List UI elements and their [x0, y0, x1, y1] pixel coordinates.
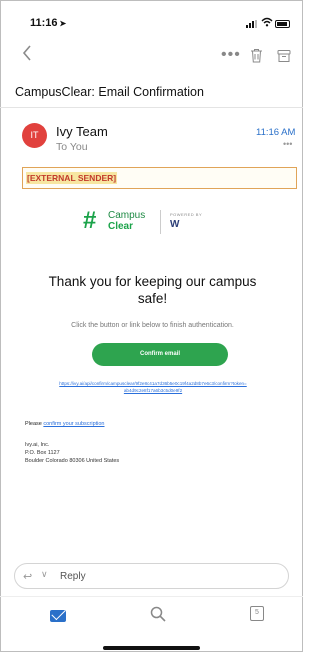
partner-logo: W — [170, 219, 180, 230]
calendar-tab-icon[interactable]: 5 — [250, 606, 264, 621]
battery-icon — [275, 20, 290, 28]
address-line-box: P.O. Box 1127 — [25, 450, 60, 456]
reply-options-chevron-icon[interactable]: ∨ — [41, 569, 48, 580]
clock-text: 11:16 — [30, 17, 58, 29]
status-bar: 11:16 ➤ — [0, 0, 303, 40]
reply-arrow-icon: ↩ — [23, 571, 33, 583]
powered-by-label: POWERED BY — [170, 212, 203, 217]
confirm-subscription-link[interactable]: confirm your subscription — [43, 421, 104, 427]
address-line-company: Ivy.ai, Inc. — [25, 442, 50, 448]
trash-icon — [251, 49, 262, 63]
message-toolbar: ••• — [0, 42, 303, 70]
campusclear-logo: # Campus Clear POWERED BY W — [83, 208, 223, 238]
reply-bar[interactable]: ↩ ∨ Reply — [14, 563, 289, 589]
location-arrow-icon: ➤ — [59, 19, 67, 28]
sender-name[interactable]: Ivy Team — [56, 124, 108, 139]
search-tab-icon[interactable] — [150, 606, 166, 627]
mail-tab-icon[interactable] — [50, 610, 66, 622]
hashtag-logo-icon: # — [83, 207, 97, 234]
back-button[interactable] — [22, 44, 32, 66]
email-headline: Thank you for keeping our campus safe! — [48, 274, 257, 306]
archive-button[interactable] — [277, 49, 291, 63]
delete-button[interactable] — [250, 48, 263, 63]
sender-avatar[interactable]: IT — [22, 123, 47, 148]
chevron-left-icon — [22, 45, 31, 61]
recipient-line[interactable]: To You — [56, 141, 88, 153]
subscription-note: Please confirm your subscription — [25, 421, 105, 427]
archive-box-icon — [277, 50, 291, 62]
subject-row: CampusClear: Email Confirmation — [0, 78, 303, 108]
more-options-button[interactable]: ••• — [221, 46, 241, 64]
signal-icon — [246, 20, 258, 28]
bottom-tab-bar: 5 — [0, 596, 303, 652]
instruction-text: Click the button or link below to finish… — [71, 322, 234, 329]
sent-time: 11:16 AM — [256, 127, 296, 138]
subscription-note-prefix: Please — [25, 421, 42, 427]
reply-label: Reply — [60, 571, 86, 582]
external-sender-banner: [EXTERNAL SENDER] — [22, 167, 297, 189]
company-address: Ivy.ai, Inc. P.O. Box 1127 Boulder Color… — [25, 441, 119, 465]
home-indicator — [103, 646, 200, 650]
address-line-city: Boulder Colorado 80306 United States — [25, 458, 120, 464]
wifi-icon — [261, 17, 273, 30]
logo-divider — [160, 210, 161, 234]
external-sender-label: [EXTERNAL SENDER] — [26, 172, 118, 184]
status-time: 11:16 ➤ — [30, 17, 66, 29]
authentication-link[interactable]: https://ivy.ai/api/confirm/campusclear/9… — [58, 381, 248, 394]
brand-name-line2: Clear — [108, 221, 134, 232]
brand-name-line1: Campus — [108, 210, 146, 221]
email-subject: CampusClear: Email Confirmation — [15, 85, 204, 99]
confirm-email-button[interactable]: Confirm email — [92, 343, 228, 366]
header-details-button[interactable]: ••• — [283, 139, 292, 149]
